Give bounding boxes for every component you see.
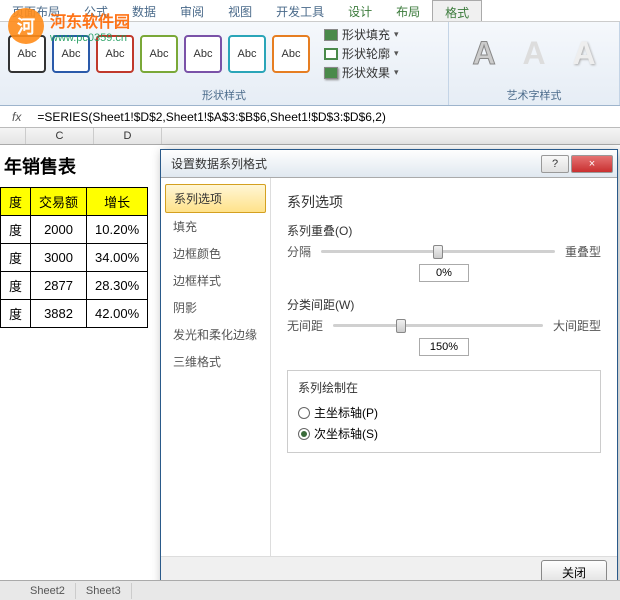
dialog-help-button[interactable]: ? [541,155,569,173]
table-row: 度388242.00% [1,300,148,328]
dropdown-icon: ▾ [394,48,399,59]
dialog-content: 系列选项 系列重叠(O) 分隔 重叠型 分类间距(W) 无间距 大间距型 [271,178,617,556]
wordart-group: A A A 艺术字样式 [449,22,620,105]
tab-view[interactable]: 视图 [216,0,264,21]
tab-review[interactable]: 审阅 [168,0,216,21]
plot-on-legend: 系列绘制在 [298,379,590,396]
secondary-axis-radio[interactable]: 次坐标轴(S) [298,423,590,444]
primary-axis-radio[interactable]: 主坐标轴(P) [298,402,590,423]
wordart-label: 艺术字样式 [457,87,611,103]
sidebar-item-glow[interactable]: 发光和柔化边缘 [165,321,266,348]
wordart-style-2[interactable]: A [513,32,555,74]
shape-style-7[interactable]: Abc [272,35,310,73]
tab-developer[interactable]: 开发工具 [264,0,336,21]
overlap-left-label: 分隔 [287,243,311,260]
dialog-sidebar: 系列选项 填充 边框颜色 边框样式 阴影 发光和柔化边缘 三维格式 [161,178,271,556]
fill-swatch-icon [324,29,338,41]
sales-table: 度 交易额 增长 度200010.20% 度300034.00% 度287728… [0,187,148,328]
tab-design[interactable]: 设计 [336,0,384,21]
shape-style-6[interactable]: Abc [228,35,266,73]
sidebar-item-series-options[interactable]: 系列选项 [165,184,266,213]
tab-layout[interactable]: 布局 [384,0,432,21]
sidebar-item-shadow[interactable]: 阴影 [165,294,266,321]
col-header-d[interactable]: D [94,128,162,144]
formula-input[interactable] [33,108,620,126]
dropdown-icon: ▾ [394,67,399,78]
gap-label: 分类间距(W) [287,296,601,313]
tab-format[interactable]: 格式 [432,0,482,21]
sheet-tab-2[interactable]: Sheet2 [20,583,76,599]
format-data-series-dialog: 设置数据系列格式 ? × 系列选项 填充 边框颜色 边框样式 阴影 发光和柔化边… [160,149,618,589]
header-amount[interactable]: 交易额 [31,188,87,216]
shape-effects-button[interactable]: 形状效果▾ [324,64,399,81]
plot-on-fieldset: 系列绘制在 主坐标轴(P) 次坐标轴(S) [287,370,601,453]
shape-outline-button[interactable]: 形状轮廓▾ [324,45,399,62]
table-row: 度200010.20% [1,216,148,244]
wordart-style-3[interactable]: A [563,32,605,74]
table-row: 度300034.00% [1,244,148,272]
shape-fill-button[interactable]: 形状填充▾ [324,26,399,43]
dialog-close-button[interactable]: × [571,155,613,173]
overlap-slider[interactable] [321,250,555,253]
gap-value-input[interactable] [419,338,469,356]
radio-icon [298,407,310,419]
table-header-row: 度 交易额 增长 [1,188,148,216]
radio-icon [298,428,310,440]
dialog-title: 设置数据系列格式 [171,155,267,172]
gap-left-label: 无间距 [287,317,323,334]
shape-style-5[interactable]: Abc [184,35,222,73]
watermark-logo-icon: 河 [8,8,44,44]
sidebar-item-border-color[interactable]: 边框颜色 [165,240,266,267]
watermark: 河 河东软件园 www.pc0359.cn [8,8,130,44]
header-quarter[interactable]: 度 [1,188,31,216]
formula-bar: fx [0,106,620,128]
sheet-tabs: Sheet2 Sheet3 [0,580,620,600]
sidebar-item-3d[interactable]: 三维格式 [165,348,266,375]
slider-thumb-icon[interactable] [396,319,406,333]
effects-swatch-icon [324,67,338,79]
watermark-title: 河东软件园 [50,8,130,32]
sidebar-item-fill[interactable]: 填充 [165,213,266,240]
fx-icon[interactable]: fx [0,110,33,124]
table-row: 度287728.30% [1,272,148,300]
sheet-tab-3[interactable]: Sheet3 [76,583,132,599]
shape-styles-label: 形状样式 [8,87,440,103]
overlap-right-label: 重叠型 [565,243,601,260]
header-growth[interactable]: 增长 [87,188,148,216]
col-header-c[interactable]: C [26,128,94,144]
gap-right-label: 大间距型 [553,317,601,334]
wordart-style-1[interactable]: A [463,32,505,74]
shape-style-4[interactable]: Abc [140,35,178,73]
slider-thumb-icon[interactable] [433,245,443,259]
dialog-titlebar[interactable]: 设置数据系列格式 ? × [161,150,617,178]
gap-slider[interactable] [333,324,543,327]
dropdown-icon: ▾ [394,29,399,40]
overlap-value-input[interactable] [419,264,469,282]
sidebar-item-border-style[interactable]: 边框样式 [165,267,266,294]
overlap-label: 系列重叠(O) [287,222,601,239]
col-header-blank[interactable] [0,128,26,144]
content-heading: 系列选项 [287,192,601,212]
outline-swatch-icon [324,48,338,60]
watermark-url: www.pc0359.cn [50,32,130,44]
